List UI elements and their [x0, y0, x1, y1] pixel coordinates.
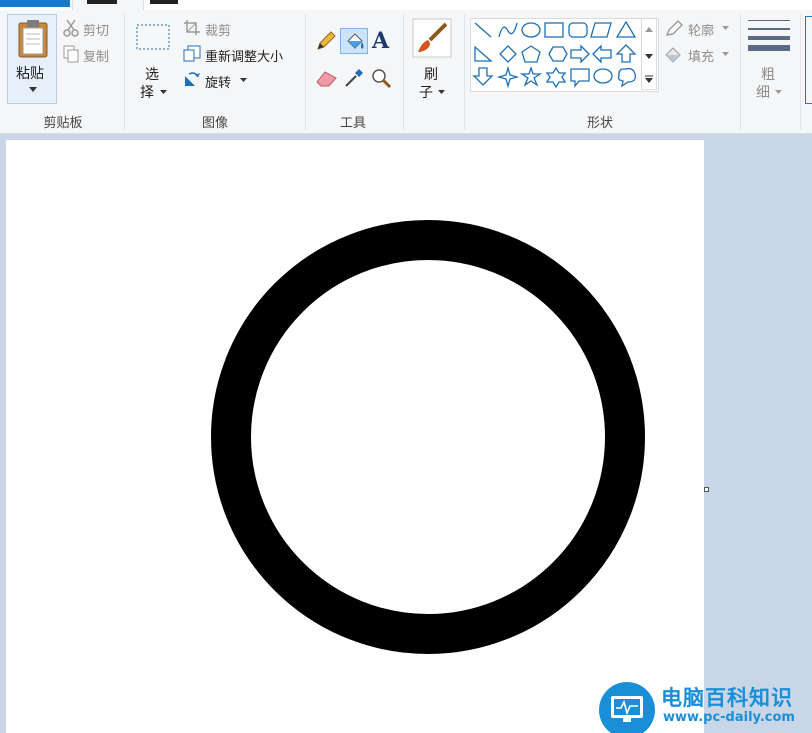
group-separator [124, 14, 125, 130]
fill-button[interactable]: 填充 [688, 46, 714, 65]
down-arrow-shape-icon [472, 67, 494, 86]
right-arrow-shape-icon [570, 44, 590, 64]
image-group-label: 图像 [201, 116, 228, 131]
shapes-group-label: 形状 [586, 116, 613, 131]
clipboard-icon [18, 20, 48, 58]
size-label-line2: 细 [756, 85, 770, 101]
five-point-star-shape-icon [519, 65, 543, 87]
ribbon: 粘贴 剪切 复制 剪贴板 选 择 裁剪 重新调整大小 旋转 图像 A 工具 刷 … [0, 0, 812, 134]
chevron-down-icon [29, 87, 37, 92]
scroll-up-icon[interactable] [645, 27, 653, 33]
paste-label: 粘贴 [16, 66, 44, 82]
gallery-expand-icon[interactable] [645, 75, 653, 84]
size-button[interactable]: 粗 细 [746, 16, 792, 104]
select-label-line2: 择 [140, 85, 154, 101]
tab-file[interactable] [0, 0, 70, 7]
chevron-down-icon [722, 26, 729, 30]
fill-icon [665, 47, 681, 63]
chevron-down-icon [722, 52, 729, 56]
resize-button[interactable]: 重新调整大小 [205, 46, 283, 65]
chevron-down-icon [240, 78, 247, 82]
chevron-down-icon [160, 90, 167, 94]
shapes-gallery-scrollbar[interactable] [641, 18, 657, 90]
group-separator [464, 14, 465, 130]
fill-bucket-button[interactable] [340, 28, 368, 54]
tab-view-label-fragment[interactable] [150, 0, 178, 4]
pencil-icon[interactable] [315, 30, 337, 52]
six-point-star-shape-icon [545, 66, 567, 89]
select-rectangle-icon [136, 24, 170, 50]
group-separator [403, 14, 404, 130]
oval-shape-icon [521, 22, 541, 38]
select-label-line1: 选 [145, 67, 159, 83]
four-point-star-shape-icon [496, 65, 520, 89]
copy-button[interactable]: 复制 [83, 46, 109, 65]
outline-button[interactable]: 轮廓 [688, 20, 714, 39]
group-separator [740, 14, 741, 130]
brushes-button[interactable]: 刷 子 [409, 16, 455, 104]
outline-icon [665, 20, 683, 36]
watermark: 电脑百科知识 www.pc-daily.com [599, 680, 812, 733]
group-separator [800, 14, 801, 130]
cut-button[interactable]: 剪切 [83, 20, 109, 39]
copy-icon [63, 45, 79, 63]
polygon-shape-icon [590, 22, 612, 38]
rectangle-shape-icon [544, 22, 564, 38]
resize-icon [183, 45, 201, 62]
line-shape-icon [474, 22, 492, 38]
up-arrow-shape-icon [615, 44, 637, 63]
select-button[interactable]: 选 择 [132, 16, 176, 102]
rotate-button[interactable]: 旋转 [205, 72, 231, 91]
drawing-canvas[interactable] [6, 140, 704, 733]
paste-button[interactable]: 粘贴 [7, 14, 57, 104]
scroll-down-icon[interactable] [645, 54, 653, 60]
brushes-label-line1: 刷 [424, 67, 438, 83]
brushes-label-line2: 子 [419, 85, 433, 101]
crop-button[interactable]: 裁剪 [205, 20, 231, 39]
color-picker-icon[interactable] [343, 67, 365, 89]
canvas-drawing [211, 220, 645, 654]
canvas-resize-handle[interactable] [704, 487, 709, 492]
rotate-icon [185, 72, 200, 86]
colors-button-edge[interactable] [805, 16, 812, 104]
shapes-gallery[interactable] [470, 18, 659, 92]
oval-callout-shape-icon [593, 68, 613, 84]
line-width-icon [748, 20, 790, 51]
eraser-icon[interactable] [315, 68, 339, 88]
shapes-gallery-grid [472, 20, 637, 89]
watermark-url: www.pc-daily.com [663, 710, 795, 725]
pentagon-shape-icon [521, 45, 541, 63]
magnifier-icon[interactable] [371, 68, 393, 90]
brush-icon [412, 18, 452, 58]
drawn-circle-ring [211, 220, 645, 654]
group-separator [305, 14, 306, 130]
curve-shape-icon [498, 22, 518, 38]
rounded-rectangle-shape-icon [568, 22, 588, 38]
left-arrow-shape-icon [592, 44, 612, 64]
crop-icon [184, 20, 200, 35]
fill-bucket-icon [347, 33, 364, 49]
tools-group-label: 工具 [339, 116, 366, 131]
cloud-callout-shape-icon [617, 67, 636, 88]
tab-home[interactable] [72, 0, 144, 10]
hexagon-shape-icon [548, 46, 568, 62]
text-tool-icon[interactable]: A [372, 28, 389, 54]
diamond-shape-icon [499, 45, 517, 63]
chevron-down-icon [775, 90, 782, 94]
chevron-down-icon [438, 90, 445, 94]
scissors-icon [63, 19, 79, 37]
size-label-line1: 粗 [761, 67, 775, 83]
tab-home-label-fragment [87, 0, 117, 4]
watermark-logo-icon [599, 682, 655, 733]
triangle-shape-icon [615, 20, 637, 38]
right-triangle-shape-icon [474, 45, 493, 62]
clipboard-group-label: 剪贴板 [43, 116, 83, 131]
watermark-title: 电脑百科知识 [661, 686, 793, 710]
rounded-callout-shape-icon [570, 68, 590, 88]
